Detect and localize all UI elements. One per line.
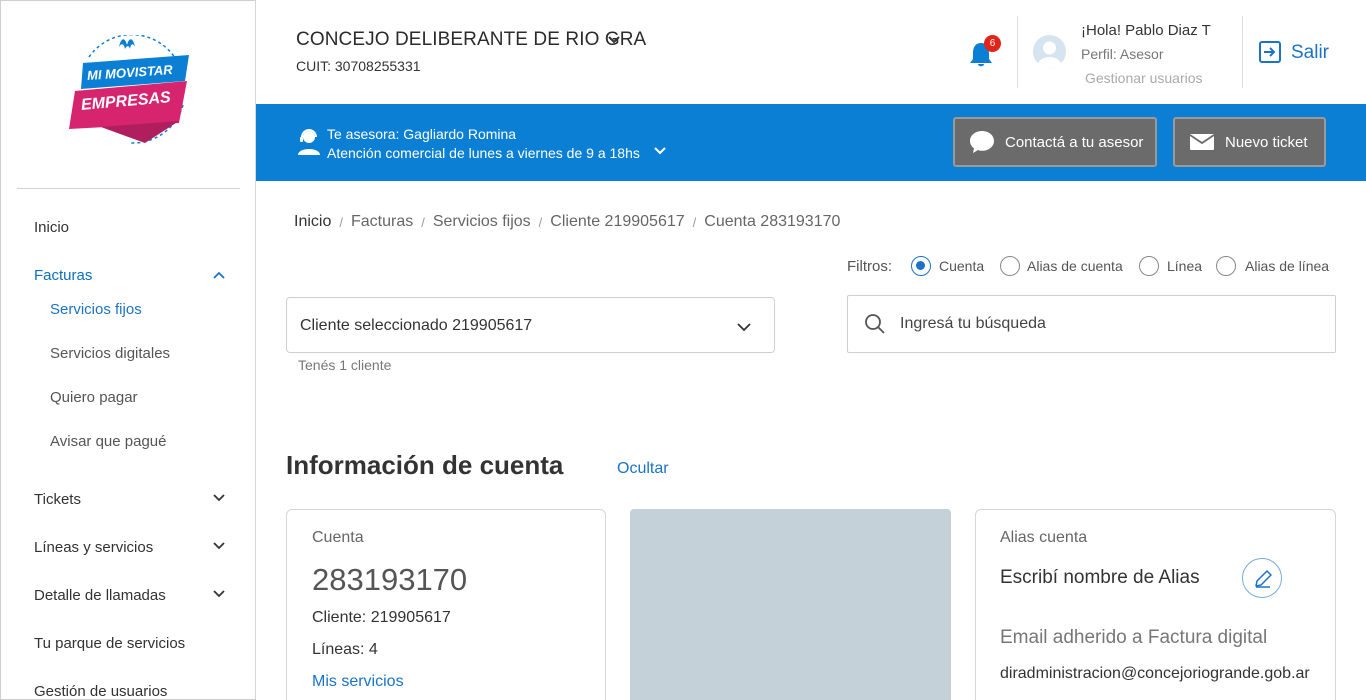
account-lines: Líneas: 4 xyxy=(312,641,378,658)
avatar[interactable] xyxy=(1033,35,1066,68)
cuit-text: CUIT: 30708255331 xyxy=(296,58,421,74)
sidebar-item-tickets[interactable]: Tickets xyxy=(34,491,81,508)
client-select[interactable]: Cliente seleccionado 219905617 xyxy=(286,297,775,353)
hide-link[interactable]: Ocultar xyxy=(617,460,669,478)
search-box xyxy=(847,295,1336,353)
filter-radio-alias-de-linea[interactable] xyxy=(1216,256,1236,276)
new-ticket-label: Nuevo ticket xyxy=(1225,133,1308,151)
contact-advisor-button[interactable]: Contactá a tu asesor xyxy=(953,117,1157,167)
user-greeting: ¡Hola! Pablo Diaz T xyxy=(1081,22,1211,39)
breadcrumb-inicio[interactable]: Inicio xyxy=(294,213,331,231)
contact-advisor-label: Contactá a tu asesor xyxy=(1005,133,1144,151)
breadcrumb-cuenta: Cuenta 283193170 xyxy=(704,213,841,230)
company-name[interactable]: CONCEJO DELIBERANTE DE RIO GRA xyxy=(296,29,646,51)
sidebar-item-facturas[interactable]: Facturas xyxy=(34,267,92,284)
sidebar-item-tu-parque-de-servicios[interactable]: Tu parque de servicios xyxy=(34,635,185,652)
filter-radio-linea[interactable] xyxy=(1139,256,1159,276)
filters-label: Filtros: xyxy=(847,258,892,275)
notification-badge: 6 xyxy=(984,35,1001,52)
client-select-value: Cliente seleccionado 219905617 xyxy=(300,317,533,334)
breadcrumb-separator: / xyxy=(339,214,343,230)
new-ticket-button[interactable]: Nuevo ticket xyxy=(1173,117,1326,167)
edit-alias-button[interactable] xyxy=(1242,558,1282,598)
breadcrumb-servicios-fijos[interactable]: Servicios fijos xyxy=(433,213,531,231)
chat-bubble-icon xyxy=(970,131,994,153)
breadcrumb-separator: / xyxy=(538,214,543,230)
chevron-down-icon[interactable] xyxy=(212,539,226,553)
breadcrumb: Inicio / Facturas / Servicios fijos / Cl… xyxy=(294,213,840,231)
manage-users-link[interactable]: Gestionar usuarios xyxy=(1085,70,1203,86)
chevron-down-icon[interactable] xyxy=(606,32,622,48)
mi-movistar-empresas-logo[interactable]: MI MOVISTAR EMPRESAS xyxy=(61,33,201,153)
pencil-icon xyxy=(1255,570,1272,588)
filter-radio-alias-de-cuenta[interactable] xyxy=(1000,256,1020,276)
chevron-down-icon xyxy=(737,323,751,332)
advisor-name: Te asesora: Gagliardo Romina xyxy=(327,126,517,142)
breadcrumb-cliente[interactable]: Cliente 219905617 xyxy=(550,213,684,231)
sidebar-item-lineas-y-servicios[interactable]: Líneas y servicios xyxy=(34,539,153,556)
account-client: Cliente: 219905617 xyxy=(312,609,451,626)
sidebar-subitem-avisar-que-pague[interactable]: Avisar que pagué xyxy=(50,433,166,450)
chevron-down-icon[interactable] xyxy=(653,144,667,158)
filter-label-cuenta[interactable]: Cuenta xyxy=(939,258,984,274)
account-card: Cuenta 283193170 Cliente: 219905617 Líne… xyxy=(286,509,606,700)
top-header: CONCEJO DELIBERANTE DE RIO GRA CUIT: 307… xyxy=(256,0,1366,104)
breadcrumb-separator: / xyxy=(421,214,425,230)
business-hours[interactable]: Atención comercial de lunes a viernes de… xyxy=(327,145,640,161)
breadcrumb-facturas[interactable]: Facturas xyxy=(351,213,413,231)
advisor-band: Te asesora: Gagliardo Romina Atención co… xyxy=(256,104,1366,181)
email-value: diradministracion@concejoriogrande.gob.a… xyxy=(1000,665,1310,682)
account-number: 283193170 xyxy=(312,562,468,597)
sidebar: MI MOVISTAR EMPRESAS Inicio Facturas Ser… xyxy=(0,0,256,700)
sidebar-subitem-servicios-fijos[interactable]: Servicios fijos xyxy=(50,301,142,318)
envelope-icon xyxy=(1189,134,1215,150)
header-divider xyxy=(1242,16,1243,88)
chevron-down-icon[interactable] xyxy=(212,587,226,601)
section-title: Información de cuenta xyxy=(286,450,564,480)
sidebar-item-detalle-de-llamadas[interactable]: Detalle de llamadas xyxy=(34,587,166,604)
filter-label-alias-de-linea[interactable]: Alias de línea xyxy=(1245,258,1329,274)
filter-label-linea[interactable]: Línea xyxy=(1167,258,1202,274)
logout-icon[interactable] xyxy=(1258,40,1282,64)
breadcrumb-separator: / xyxy=(692,214,697,230)
advisor-headset-icon xyxy=(298,129,320,155)
search-input[interactable] xyxy=(900,308,1320,340)
chevron-down-icon[interactable] xyxy=(212,491,226,505)
sidebar-item-inicio[interactable]: Inicio xyxy=(34,219,69,236)
account-label: Cuenta xyxy=(312,529,364,546)
loading-placeholder-card xyxy=(630,509,951,700)
filter-radio-cuenta[interactable] xyxy=(911,256,931,276)
user-icon xyxy=(1037,41,1062,68)
user-profile: Perfil: Asesor xyxy=(1081,46,1164,62)
sidebar-subitem-servicios-digitales[interactable]: Servicios digitales xyxy=(50,345,170,362)
alias-value: Escribí nombre de Alias xyxy=(1000,567,1200,588)
alias-card: Alias cuenta Escribí nombre de Alias Ema… xyxy=(975,509,1336,700)
alias-label: Alias cuenta xyxy=(1000,529,1088,546)
sidebar-subitem-quiero-pagar[interactable]: Quiero pagar xyxy=(50,389,138,406)
logout-button[interactable]: Salir xyxy=(1291,42,1329,64)
clients-count: Tenés 1 cliente xyxy=(298,357,392,373)
sidebar-item-gestion-de-usuarios[interactable]: Gestión de usuarios xyxy=(34,683,167,700)
my-services-link[interactable]: Mis servicios xyxy=(312,673,404,691)
search-icon xyxy=(865,314,885,334)
chevron-up-icon[interactable] xyxy=(212,268,226,282)
email-label: Email adherido a Factura digital xyxy=(1000,627,1268,648)
filter-label-alias-de-cuenta[interactable]: Alias de cuenta xyxy=(1027,258,1123,274)
sidebar-divider xyxy=(17,188,240,189)
header-divider xyxy=(1017,16,1018,88)
